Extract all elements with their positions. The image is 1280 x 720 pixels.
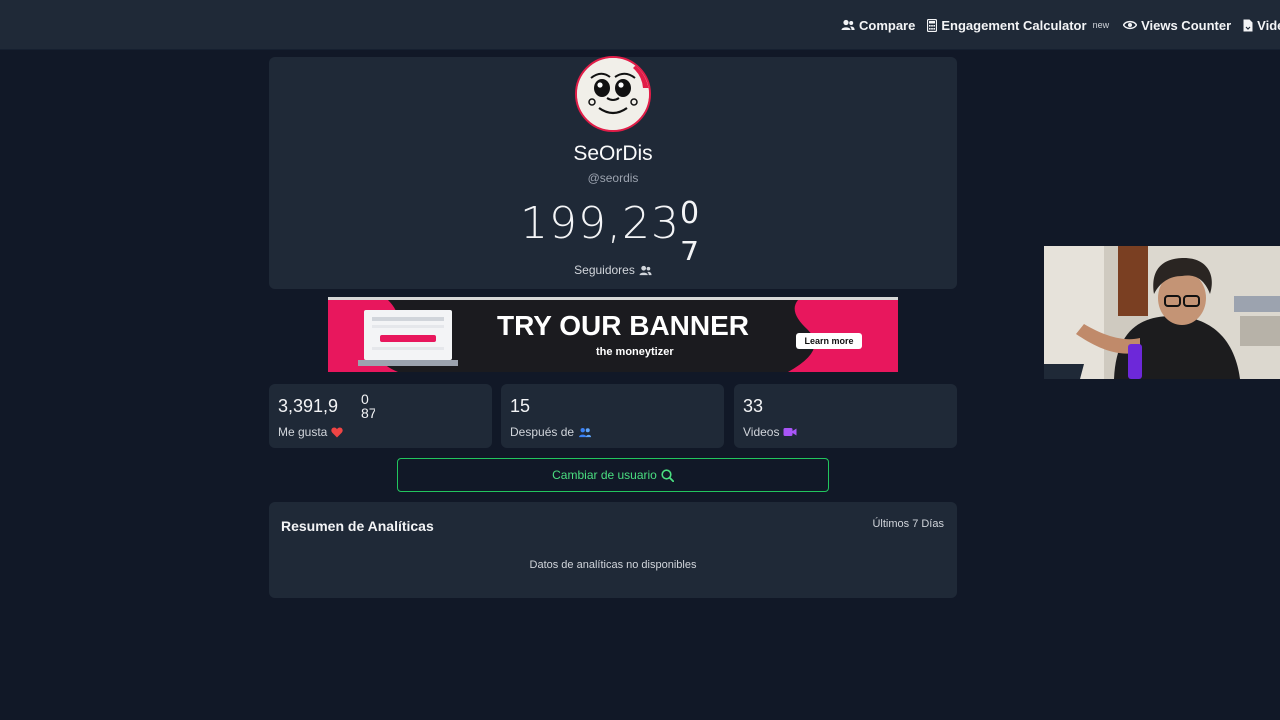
nav-video-downloader[interactable]: Video D <box>1243 18 1280 33</box>
videos-label-text: Videos <box>743 425 780 439</box>
rolling-digit-top: 0 <box>680 196 700 231</box>
banner-learn-more-button[interactable]: Learn more <box>796 333 862 349</box>
nav-engagement-calculator[interactable]: Engagement Calculator new <box>927 18 1111 33</box>
eye-icon <box>1123 20 1138 30</box>
following-value: 15 <box>510 396 531 416</box>
followers-label-text: Seguidores <box>574 263 635 277</box>
likes-label: Me gusta <box>278 425 344 439</box>
analytics-title: Resumen de Analíticas <box>281 518 434 534</box>
nav-video-label: Video D <box>1257 17 1280 33</box>
following-label-text: Después de <box>510 425 575 439</box>
followers-label: Seguidores <box>269 263 957 277</box>
search-icon <box>661 468 674 482</box>
nav-views-counter[interactable]: Views Counter <box>1123 18 1231 33</box>
likes-roll-top: 0 <box>361 392 369 407</box>
likes-value: 3,391,9 <box>278 396 339 416</box>
switch-user-button[interactable]: Cambiar de usuario <box>397 458 829 492</box>
followers-rolling-digit: 0 7 <box>680 194 708 260</box>
likes-rolling-digit: 0 87 <box>361 392 375 420</box>
stat-card-videos: 33 Videos <box>734 384 957 448</box>
webcam-person-image <box>1044 246 1280 379</box>
banner-brand-logo: the moneytizer <box>596 346 674 358</box>
analytics-range: Últimos 7 Días <box>872 518 944 530</box>
analytics-card: Resumen de Analíticas Últimos 7 Días Dat… <box>269 502 957 598</box>
heart-icon <box>331 427 344 437</box>
rolling-digit-bottom: 7 <box>680 236 700 260</box>
video-camera-icon <box>783 428 797 436</box>
profile-handle: @seordis <box>587 171 639 185</box>
profile-name: SeOrDis <box>573 142 653 165</box>
nav-compare[interactable]: Compare <box>841 18 915 33</box>
stat-card-likes: 3,391,9 0 87 Me gusta <box>269 384 492 448</box>
likes-label-text: Me gusta <box>278 425 328 439</box>
users-icon <box>579 427 592 437</box>
banner-headline: TRY OUR BANNER <box>496 310 749 341</box>
cartoon-face-image <box>577 58 649 130</box>
webcam-overlay <box>1044 246 1280 379</box>
top-nav: Compare Engagement Calculator new Views … <box>841 0 1280 49</box>
users-icon <box>639 265 652 275</box>
followers-count: 199,23 <box>520 198 680 249</box>
analytics-empty-message: Datos de analíticas no disponibles <box>529 559 697 571</box>
nav-compare-label: Compare <box>859 17 916 33</box>
nav-engagement-label: Engagement Calculator <box>941 17 1087 33</box>
switch-user-label: Cambiar de usuario <box>552 468 657 482</box>
stat-card-following: 15 Después de <box>501 384 724 448</box>
file-icon <box>1243 19 1253 31</box>
videos-value: 33 <box>743 396 764 416</box>
likes-roll-bottom: 87 <box>361 405 375 420</box>
videos-label: Videos <box>743 425 797 439</box>
nav-views-label: Views Counter <box>1141 17 1232 33</box>
new-badge: new <box>1092 20 1110 30</box>
top-navbar: Compare Engagement Calculator new Views … <box>0 0 1280 50</box>
users-icon <box>841 19 855 30</box>
avatar <box>575 56 651 132</box>
following-label: Después de <box>510 425 592 439</box>
calculator-icon <box>927 18 938 32</box>
